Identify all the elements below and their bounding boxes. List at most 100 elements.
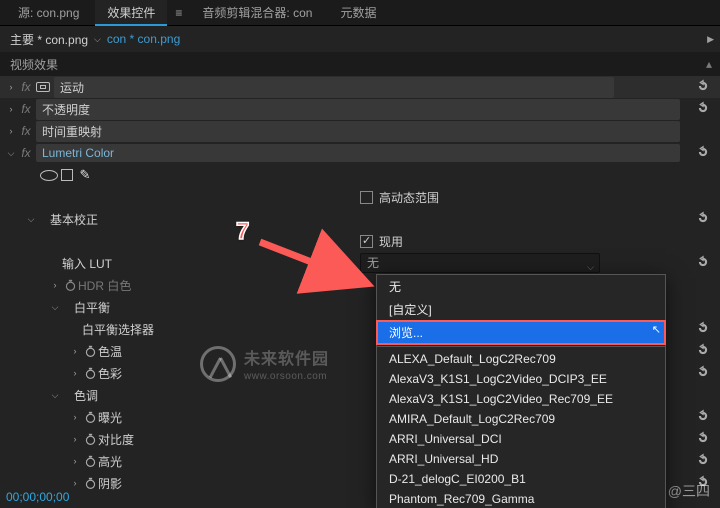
reset-button[interactable]: [696, 453, 710, 470]
reset-button[interactable]: [696, 431, 710, 448]
hdr-range-row: 高动态范围: [0, 186, 720, 208]
stopwatch-icon[interactable]: [82, 477, 98, 490]
lut-dropdown-menu[interactable]: 无 [自定义] 浏览... ↖ ALEXA_Default_LogC2Rec70…: [376, 274, 666, 508]
dropdown-item-browse[interactable]: 浏览... ↖: [377, 321, 665, 344]
reset-button[interactable]: [696, 255, 710, 272]
stopwatch-icon[interactable]: [82, 345, 98, 358]
temperature-label: 色温: [98, 343, 122, 360]
mask-shapes-row: ✎: [0, 164, 720, 186]
dropdown-item[interactable]: AMIRA_Default_LogC2Rec709: [377, 409, 665, 429]
hdr-range-checkbox[interactable]: [360, 191, 373, 204]
dropdown-item[interactable]: AlexaV3_K1S1_LogC2Video_DCIP3_EE: [377, 369, 665, 389]
tint-label: 色彩: [98, 365, 122, 382]
select-value: 无: [367, 256, 379, 270]
dropdown-item-custom[interactable]: [自定义]: [377, 298, 665, 321]
tone-label: 色调: [74, 387, 98, 404]
dropdown-item[interactable]: AlexaV3_K1S1_LogC2Video_Rec709_EE: [377, 389, 665, 409]
fx-badge-icon: fx: [18, 80, 34, 94]
fx-badge-icon: fx: [18, 124, 34, 138]
input-lut-label: 输入 LUT: [62, 255, 112, 272]
twirl-icon[interactable]: ›: [68, 434, 82, 444]
tab-effect-controls[interactable]: 效果控件: [95, 0, 167, 26]
twirl-icon[interactable]: ›: [4, 82, 18, 92]
stopwatch-icon[interactable]: [82, 433, 98, 446]
effect-title[interactable]: 时间重映射: [36, 121, 680, 142]
reset-button[interactable]: [696, 145, 710, 162]
dropdown-item[interactable]: Phantom_Rec709_Gamma: [377, 489, 665, 508]
twirl-icon[interactable]: ›: [4, 126, 18, 136]
twirl-icon[interactable]: ›: [4, 104, 18, 114]
input-lut-select[interactable]: 无 ⌵: [360, 253, 600, 273]
tab-source[interactable]: 源: con.png: [6, 0, 91, 26]
active-checkbox[interactable]: [360, 235, 373, 248]
effect-row-opacity: › fx 不透明度: [0, 98, 720, 120]
hdr-range-label: 高动态范围: [379, 189, 439, 206]
reset-button[interactable]: [696, 321, 710, 338]
panel-menu-icon[interactable]: ≡: [171, 6, 186, 20]
twirl-icon[interactable]: ›: [68, 456, 82, 466]
twirl-icon[interactable]: ›: [48, 280, 62, 290]
exposure-label: 曝光: [98, 409, 122, 426]
stopwatch-icon[interactable]: [82, 411, 98, 424]
stopwatch-icon[interactable]: [82, 455, 98, 468]
caret-up-icon[interactable]: ▴: [706, 57, 712, 71]
cursor-icon: ↖: [652, 323, 661, 336]
twirl-icon[interactable]: ›: [68, 478, 82, 488]
twirl-icon[interactable]: ›: [68, 412, 82, 422]
play-icon[interactable]: ▶: [707, 34, 714, 45]
reset-button[interactable]: [696, 79, 710, 96]
twirl-open-icon[interactable]: ⌵: [48, 302, 62, 313]
stopwatch-icon[interactable]: [82, 367, 98, 380]
twirl-open-icon[interactable]: ⌵: [48, 390, 62, 401]
reset-button[interactable]: [696, 211, 710, 228]
chevron-down-icon[interactable]: ⌵: [94, 34, 101, 45]
dropdown-item[interactable]: ALEXA_Default_LogC2Rec709: [377, 349, 665, 369]
fx-badge-icon: fx: [18, 146, 34, 160]
transform-icon[interactable]: [34, 82, 52, 92]
fx-badge-icon: fx: [18, 102, 34, 116]
twirl-icon[interactable]: ›: [68, 368, 82, 378]
highlights-label: 高光: [98, 453, 122, 470]
dropdown-item[interactable]: ARRI_Universal_DCI: [377, 429, 665, 449]
effect-row-lumetri: ⌵ fx Lumetri Color: [0, 142, 720, 164]
input-lut-row: 输入 LUT 无 ⌵: [0, 252, 720, 274]
effect-row-motion: › fx 运动: [0, 76, 720, 98]
tab-audio-mixer[interactable]: 音频剪辑混合器: con: [190, 0, 324, 26]
basic-correction-label: 基本校正: [50, 211, 98, 228]
zhihu-user: @三四: [668, 481, 710, 501]
dropdown-item[interactable]: D-21_delogC_EI0200_B1: [377, 469, 665, 489]
pen-mask-icon[interactable]: ✎: [76, 167, 94, 183]
twirl-open-icon[interactable]: ⌵: [4, 148, 18, 159]
section-label: 视频效果: [10, 56, 58, 73]
stopwatch-icon[interactable]: [62, 279, 78, 292]
effect-title[interactable]: 运动: [54, 77, 614, 98]
twirl-open-icon[interactable]: ⌵: [24, 214, 38, 225]
effect-row-time-remap: › fx 时间重映射: [0, 120, 720, 142]
reset-button[interactable]: [696, 365, 710, 382]
tab-metadata[interactable]: 元数据: [328, 0, 388, 26]
wb-selector-label: 白平衡选择器: [82, 321, 154, 338]
reset-button[interactable]: [696, 101, 710, 118]
rect-mask-icon[interactable]: [58, 169, 76, 181]
hdr-white-label: HDR 白色: [78, 277, 131, 294]
reset-button[interactable]: [696, 409, 710, 426]
basic-correction-row: ⌵ 基本校正: [0, 208, 720, 230]
effect-title[interactable]: Lumetri Color: [36, 144, 680, 162]
section-video-effects[interactable]: 视频效果 ▴: [0, 52, 720, 76]
effect-controls-panel: 源: con.png 效果控件 ≡ 音频剪辑混合器: con 元数据 主要 * …: [0, 0, 720, 508]
dropdown-separator: [377, 346, 665, 347]
dropdown-item[interactable]: ARRI_Universal_HD: [377, 449, 665, 469]
timecode-display[interactable]: 00;00;00;00: [6, 490, 69, 504]
panel-tab-bar: 源: con.png 效果控件 ≡ 音频剪辑混合器: con 元数据: [0, 0, 720, 26]
dropdown-item-none[interactable]: 无: [377, 275, 665, 298]
breadcrumb-master: 主要 * con.png: [10, 31, 88, 48]
dropdown-item-label: 浏览...: [389, 326, 423, 340]
active-label: 现用: [379, 233, 403, 250]
breadcrumb-clip[interactable]: con * con.png: [107, 32, 180, 46]
clip-breadcrumb: 主要 * con.png ⌵ con * con.png ▶: [0, 26, 720, 52]
active-row: 现用: [0, 230, 720, 252]
reset-button[interactable]: [696, 343, 710, 360]
twirl-icon[interactable]: ›: [68, 346, 82, 356]
effect-title[interactable]: 不透明度: [36, 99, 680, 120]
ellipse-mask-icon[interactable]: [40, 170, 58, 181]
